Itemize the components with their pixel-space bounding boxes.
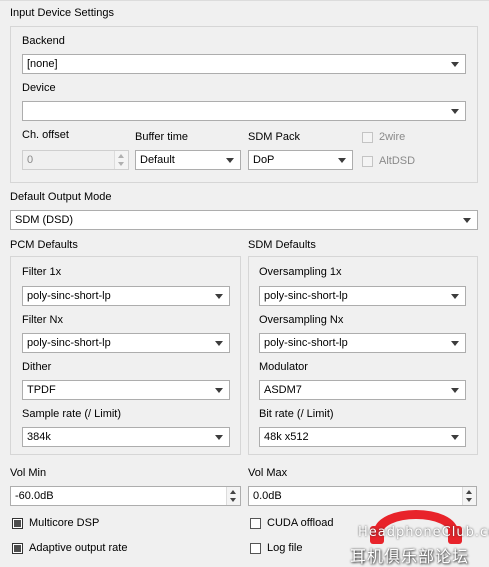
buffer-time-value: Default xyxy=(140,154,175,166)
cuda-label: CUDA offload xyxy=(267,517,334,529)
sdm-modulator-value: ASDM7 xyxy=(264,384,302,396)
ch-offset-label: Ch. offset xyxy=(22,129,69,141)
sdm-defaults-title: SDM Defaults xyxy=(248,239,316,251)
chevron-down-icon xyxy=(451,109,459,114)
spin-up-icon xyxy=(230,490,236,494)
chevron-down-icon xyxy=(451,341,459,346)
sdm-bitrate-select[interactable]: 48k x512 xyxy=(259,427,466,447)
logfile-checkbox[interactable] xyxy=(250,543,261,554)
chevron-down-icon xyxy=(463,218,471,223)
vol-max-label: Vol Max xyxy=(248,467,288,479)
sdm-osnx-value: poly-sinc-short-lp xyxy=(264,337,348,349)
cuda-checkbox[interactable] xyxy=(250,518,261,529)
watermark-text-cn: 耳机俱乐部论坛 xyxy=(350,547,470,566)
vol-max-value: 0.0dB xyxy=(253,490,282,502)
chevron-down-icon xyxy=(451,435,459,440)
pcm-rate-label: Sample rate (/ Limit) xyxy=(22,408,122,420)
ch-offset-spinbox[interactable]: 0 xyxy=(22,150,129,170)
output-mode-value: SDM (DSD) xyxy=(15,214,74,226)
pcm-filter1x-select[interactable]: poly-sinc-short-lp xyxy=(22,286,230,306)
chevron-down-icon xyxy=(215,294,223,299)
top-border xyxy=(0,0,489,1)
vol-min-value: -60.0dB xyxy=(15,490,54,502)
altdsd-checkbox[interactable] xyxy=(362,156,373,167)
vol-min-label: Vol Min xyxy=(10,467,47,479)
pcm-filternx-select[interactable]: poly-sinc-short-lp xyxy=(22,333,230,353)
pcm-rate-value: 384k xyxy=(27,431,51,443)
chevron-down-icon xyxy=(215,388,223,393)
pcm-dither-select[interactable]: TPDF xyxy=(22,380,230,400)
sdm-bitrate-label: Bit rate (/ Limit) xyxy=(259,408,334,420)
backend-select-value: [none] xyxy=(27,58,58,70)
buffer-time-select[interactable]: Default xyxy=(135,150,241,170)
backend-select[interactable]: [none] xyxy=(22,54,466,74)
pcm-filter1x-label: Filter 1x xyxy=(22,266,62,278)
chevron-down-icon xyxy=(451,294,459,299)
twowire-label: 2wire xyxy=(379,131,406,143)
sdm-pack-label: SDM Pack xyxy=(248,131,300,143)
sdm-modulator-label: Modulator xyxy=(259,361,308,373)
device-label: Device xyxy=(22,82,56,94)
pcm-filter1x-value: poly-sinc-short-lp xyxy=(27,290,111,302)
buffer-time-label: Buffer time xyxy=(135,131,188,143)
pcm-filternx-value: poly-sinc-short-lp xyxy=(27,337,111,349)
input-settings-title: Input Device Settings xyxy=(10,7,114,19)
pcm-dither-label: Dither xyxy=(22,361,52,373)
spin-up-icon xyxy=(118,154,124,158)
sdm-pack-value: DoP xyxy=(253,154,275,166)
ch-offset-value: 0 xyxy=(27,154,34,166)
chevron-down-icon xyxy=(215,435,223,440)
watermark-text-en: HeadphoneClub.com xyxy=(358,525,489,540)
sdm-pack-select[interactable]: DoP xyxy=(248,150,353,170)
multicore-checkbox[interactable] xyxy=(12,518,23,529)
spin-buttons[interactable] xyxy=(226,487,240,505)
spin-down-icon xyxy=(230,498,236,502)
sdm-osnx-select[interactable]: poly-sinc-short-lp xyxy=(259,333,466,353)
pcm-dither-value: TPDF xyxy=(27,384,56,396)
multicore-label: Multicore DSP xyxy=(29,517,100,529)
twowire-checkbox[interactable] xyxy=(362,132,373,143)
logfile-label: Log file xyxy=(267,542,303,554)
pcm-defaults-title: PCM Defaults xyxy=(10,239,78,251)
sdm-osnx-label: Oversampling Nx xyxy=(259,314,344,326)
chevron-down-icon xyxy=(451,62,459,67)
chevron-down-icon xyxy=(338,158,346,163)
spin-buttons[interactable] xyxy=(114,151,128,169)
chevron-down-icon xyxy=(215,341,223,346)
spin-down-icon xyxy=(118,162,124,166)
sdm-os1x-label: Oversampling 1x xyxy=(259,266,342,278)
sdm-bitrate-value: 48k x512 xyxy=(264,431,309,443)
sdm-os1x-select[interactable]: poly-sinc-short-lp xyxy=(259,286,466,306)
pcm-filternx-label: Filter Nx xyxy=(22,314,63,326)
adaptive-checkbox[interactable] xyxy=(12,543,23,554)
device-select[interactable] xyxy=(22,101,466,121)
vol-min-spinbox[interactable]: -60.0dB xyxy=(10,486,241,506)
output-mode-label: Default Output Mode xyxy=(10,191,112,203)
output-mode-select[interactable]: SDM (DSD) xyxy=(10,210,478,230)
altdsd-label: AltDSD xyxy=(379,155,416,167)
chevron-down-icon xyxy=(226,158,234,163)
sdm-os1x-value: poly-sinc-short-lp xyxy=(264,290,348,302)
backend-label: Backend xyxy=(22,35,65,47)
adaptive-label: Adaptive output rate xyxy=(29,542,128,554)
sdm-modulator-select[interactable]: ASDM7 xyxy=(259,380,466,400)
chevron-down-icon xyxy=(451,388,459,393)
pcm-rate-select[interactable]: 384k xyxy=(22,427,230,447)
